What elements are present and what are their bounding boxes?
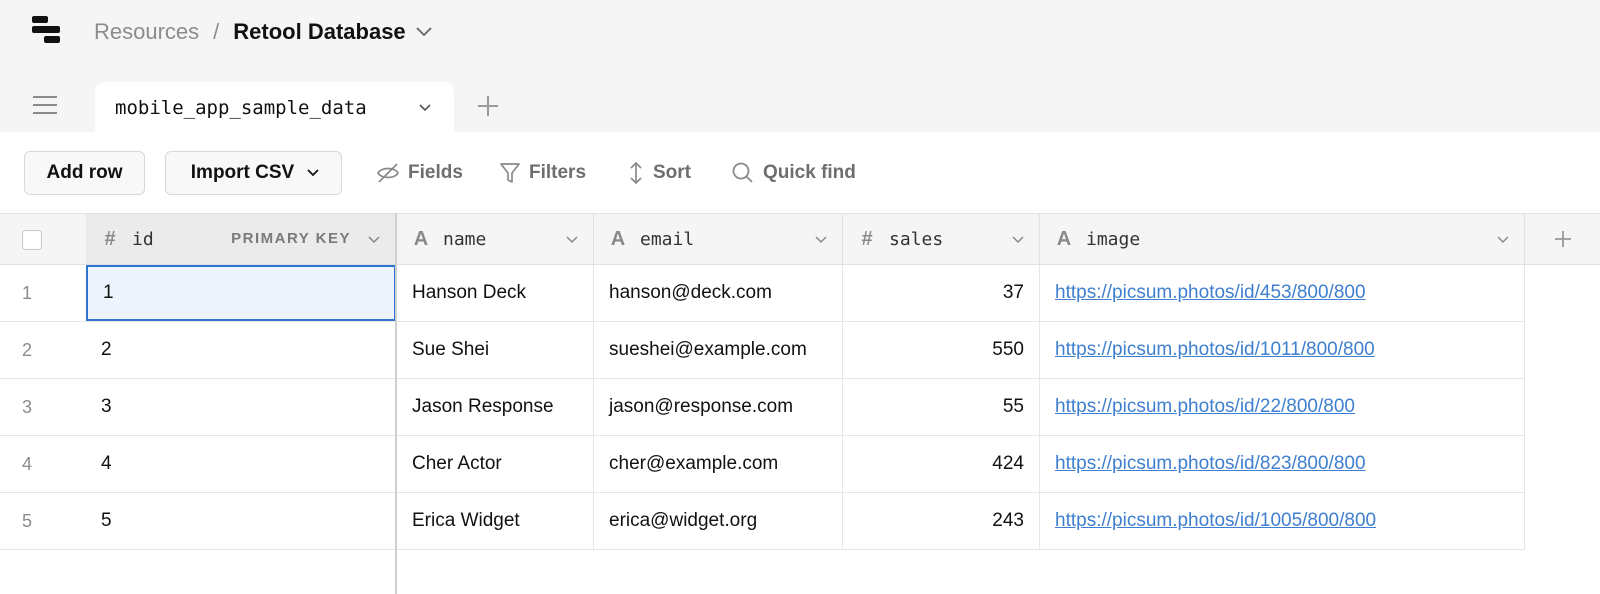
table-row[interactable]: 4 4 Cher Actor cher@example.com 424 http…: [0, 436, 1525, 493]
image-link[interactable]: https://picsum.photos/id/823/800/800: [1055, 453, 1366, 475]
primary-key-badge: PRIMARY KEY: [231, 230, 351, 247]
cell-name[interactable]: Hanson Deck: [397, 265, 594, 321]
table-row[interactable]: 3 3 Jason Response jason@response.com 55…: [0, 379, 1525, 436]
cell-sales[interactable]: 550: [843, 322, 1040, 378]
filter-icon: [500, 163, 520, 183]
column-name: name: [443, 228, 487, 250]
import-csv-button[interactable]: Import CSV: [165, 151, 342, 195]
fields-button[interactable]: Fields: [376, 158, 463, 188]
fields-label: Fields: [408, 162, 463, 183]
add-column-button[interactable]: [1525, 214, 1600, 264]
plus-icon: [478, 96, 498, 116]
chevron-down-icon[interactable]: [418, 100, 432, 118]
image-link[interactable]: https://picsum.photos/id/453/800/800: [1055, 282, 1366, 304]
column-name: image: [1086, 228, 1141, 250]
quick-find-label: Quick find: [763, 162, 856, 183]
row-number: 4: [22, 453, 33, 474]
select-all-cell: [0, 214, 86, 264]
retool-logo-icon[interactable]: [32, 16, 62, 46]
add-tab-button[interactable]: [476, 94, 500, 123]
breadcrumb-resources[interactable]: Resources: [94, 19, 199, 45]
number-type-icon: #: [861, 227, 873, 250]
data-grid: # id PRIMARY KEY A name A email # sales …: [0, 213, 1600, 594]
import-csv-label: Import CSV: [190, 162, 295, 183]
quick-find-button[interactable]: Quick find: [731, 158, 856, 188]
column-header-email[interactable]: A email: [594, 214, 843, 264]
column-header-name[interactable]: A name: [397, 214, 594, 264]
row-number: 5: [22, 510, 33, 531]
cell-id[interactable]: 5: [86, 493, 396, 549]
add-row-button[interactable]: Add row: [24, 151, 145, 195]
cell-sales[interactable]: 55: [843, 379, 1040, 435]
sort-button[interactable]: Sort: [627, 158, 691, 188]
menu-icon[interactable]: [33, 96, 57, 114]
cell-id[interactable]: 3: [86, 379, 396, 435]
chevron-down-icon[interactable]: [814, 232, 828, 250]
tab-label: mobile_app_sample_data: [115, 97, 367, 119]
cell-email[interactable]: jason@response.com: [594, 379, 843, 435]
chevron-down-icon[interactable]: [1496, 232, 1510, 250]
image-link[interactable]: https://picsum.photos/id/1011/800/800: [1055, 339, 1375, 361]
cell-id[interactable]: 1: [86, 265, 396, 321]
cell-image[interactable]: https://picsum.photos/id/1011/800/800: [1040, 322, 1525, 378]
cell-image[interactable]: https://picsum.photos/id/1005/800/800: [1040, 493, 1525, 549]
cell-name[interactable]: Jason Response: [397, 379, 594, 435]
image-link[interactable]: https://picsum.photos/id/22/800/800: [1055, 396, 1355, 418]
eye-off-icon: [377, 163, 399, 183]
chevron-down-icon[interactable]: [565, 232, 579, 250]
chevron-down-icon: [306, 168, 320, 178]
column-header-sales[interactable]: # sales: [843, 214, 1040, 264]
table-header: # id PRIMARY KEY A name A email # sales …: [0, 213, 1600, 265]
column-name: email: [640, 228, 695, 250]
column-header-image[interactable]: A image: [1040, 214, 1525, 264]
frozen-column-divider[interactable]: [395, 213, 397, 594]
cell-name[interactable]: Cher Actor: [397, 436, 594, 492]
plus-icon: [1554, 231, 1571, 247]
cell-image[interactable]: https://picsum.photos/id/823/800/800: [1040, 436, 1525, 492]
cell-name[interactable]: Erica Widget: [397, 493, 594, 549]
column-header-id[interactable]: # id PRIMARY KEY: [86, 214, 396, 264]
row-number: 3: [22, 396, 33, 417]
cell-email[interactable]: cher@example.com: [594, 436, 843, 492]
breadcrumb-current[interactable]: Retool Database: [233, 19, 405, 45]
text-type-icon: A: [413, 227, 429, 250]
tab-mobile-app-sample-data[interactable]: mobile_app_sample_data: [95, 82, 454, 134]
table-row[interactable]: 2 2 Sue Shei sueshei@example.com 550 htt…: [0, 322, 1525, 379]
cell-image[interactable]: https://picsum.photos/id/22/800/800: [1040, 379, 1525, 435]
cell-name[interactable]: Sue Shei: [397, 322, 594, 378]
cell-id[interactable]: 2: [86, 322, 396, 378]
row-number: 1: [22, 282, 33, 303]
select-all-checkbox[interactable]: [22, 230, 42, 250]
filters-button[interactable]: Filters: [499, 158, 586, 188]
table-row[interactable]: 5 5 Erica Widget erica@widget.org 243 ht…: [0, 493, 1525, 550]
cell-sales[interactable]: 243: [843, 493, 1040, 549]
toolbar: Add row Import CSV Fields Filters Sort Q…: [0, 132, 1600, 214]
column-name: sales: [889, 228, 944, 250]
filters-label: Filters: [529, 162, 587, 183]
chevron-down-icon[interactable]: [367, 232, 381, 250]
breadcrumb-separator: /: [213, 19, 220, 44]
number-type-icon: #: [104, 227, 116, 250]
table-row[interactable]: 1 1 Hanson Deck hanson@deck.com 37 https…: [0, 265, 1525, 322]
text-type-icon: A: [610, 227, 626, 250]
breadcrumb: Resources / Retool Database: [94, 16, 432, 48]
cell-sales[interactable]: 37: [843, 265, 1040, 321]
chevron-down-icon[interactable]: [416, 27, 432, 37]
cell-email[interactable]: sueshei@example.com: [594, 322, 843, 378]
cell-email[interactable]: hanson@deck.com: [594, 265, 843, 321]
cell-image[interactable]: https://picsum.photos/id/453/800/800: [1040, 265, 1525, 321]
column-name: id: [132, 228, 154, 250]
top-bar: Resources / Retool Database mobile_app_s…: [0, 0, 1600, 134]
cell-sales[interactable]: 424: [843, 436, 1040, 492]
cell-id[interactable]: 4: [86, 436, 396, 492]
cell-email[interactable]: erica@widget.org: [594, 493, 843, 549]
row-number: 2: [22, 339, 33, 360]
search-icon: [732, 162, 753, 183]
text-type-icon: A: [1056, 227, 1072, 250]
chevron-down-icon[interactable]: [1011, 232, 1025, 250]
image-link[interactable]: https://picsum.photos/id/1005/800/800: [1055, 510, 1376, 532]
sort-label: Sort: [653, 162, 691, 183]
sort-icon: [630, 161, 642, 185]
